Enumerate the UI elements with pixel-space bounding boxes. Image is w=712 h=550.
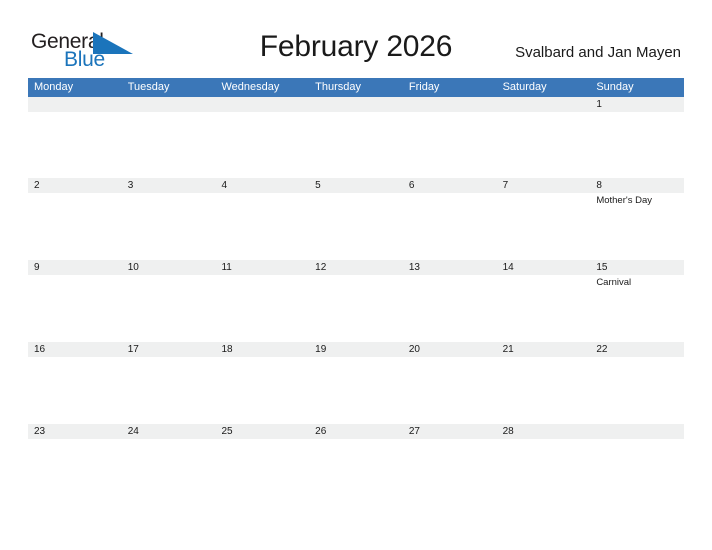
day-number[interactable] [403, 97, 497, 112]
day-cell[interactable] [497, 112, 591, 176]
day-number[interactable]: 22 [590, 342, 684, 357]
day-number[interactable]: 12 [309, 260, 403, 275]
weekday-header-friday: Friday [408, 81, 440, 93]
calendar-page: General Blue February 2026 Svalbard and … [0, 0, 712, 550]
day-cell[interactable] [309, 112, 403, 176]
day-cell[interactable] [215, 275, 309, 339]
weekday-header-sunday: Sunday [596, 81, 634, 93]
day-cell[interactable] [215, 112, 309, 176]
day-cell[interactable] [122, 112, 216, 176]
day-cell[interactable] [403, 112, 497, 176]
day-cell[interactable] [497, 357, 591, 421]
day-number[interactable] [590, 424, 684, 439]
calendar-grid: Monday Tuesday Wednesday Thursday Friday… [28, 78, 684, 505]
day-number[interactable]: 11 [215, 260, 309, 275]
day-number[interactable]: 1 [590, 97, 684, 112]
day-number[interactable]: 17 [122, 342, 216, 357]
day-number[interactable]: 5 [309, 178, 403, 193]
day-number[interactable]: 25 [215, 424, 309, 439]
weekday-header-row: Monday Tuesday Wednesday Thursday Friday… [28, 78, 684, 97]
day-number[interactable] [215, 97, 309, 112]
day-cell[interactable] [497, 275, 591, 339]
day-number[interactable]: 10 [122, 260, 216, 275]
weekday-header-thursday: Thursday [315, 81, 362, 93]
day-cell[interactable] [215, 193, 309, 257]
day-number[interactable] [122, 97, 216, 112]
day-cell[interactable] [215, 357, 309, 421]
week-date-bar: 1 [28, 97, 684, 112]
day-cell[interactable] [403, 357, 497, 421]
day-cell[interactable] [309, 357, 403, 421]
day-cell[interactable] [497, 439, 591, 503]
day-cell[interactable] [309, 193, 403, 257]
week-event-body [28, 112, 684, 176]
day-cell[interactable] [309, 275, 403, 339]
week-row: 1 [28, 97, 684, 177]
weekday-header-tuesday: Tuesday [127, 81, 170, 93]
day-number[interactable]: 27 [403, 424, 497, 439]
day-number[interactable]: 16 [28, 342, 122, 357]
day-number[interactable] [309, 97, 403, 112]
day-number[interactable]: 26 [309, 424, 403, 439]
day-cell[interactable] [309, 439, 403, 503]
day-cell[interactable] [403, 275, 497, 339]
day-number[interactable]: 18 [215, 342, 309, 357]
page-header: General Blue February 2026 Svalbard and … [0, 0, 712, 78]
week-event-body [28, 357, 684, 421]
day-cell[interactable] [122, 357, 216, 421]
week-row: 9 10 11 12 13 14 15 Carnival [28, 260, 684, 341]
week-date-bar: 2 3 4 5 6 7 8 [28, 178, 684, 193]
week-event-body: Carnival [28, 275, 684, 339]
day-number[interactable]: 9 [28, 260, 122, 275]
day-cell[interactable] [215, 439, 309, 503]
day-number[interactable]: 13 [403, 260, 497, 275]
day-cell[interactable]: Carnival [590, 275, 684, 339]
day-number[interactable]: 23 [28, 424, 122, 439]
day-number[interactable]: 8 [590, 178, 684, 193]
day-number[interactable]: 20 [403, 342, 497, 357]
week-event-body: Mother's Day [28, 193, 684, 257]
day-cell[interactable]: Mother's Day [590, 193, 684, 257]
day-event: Mother's Day [596, 195, 652, 206]
day-cell[interactable] [28, 357, 122, 421]
week-date-bar: 16 17 18 19 20 21 22 [28, 342, 684, 357]
day-cell[interactable] [28, 275, 122, 339]
day-number[interactable]: 4 [215, 178, 309, 193]
location-label: Svalbard and Jan Mayen [515, 44, 681, 61]
day-number[interactable] [497, 97, 591, 112]
day-cell[interactable] [497, 193, 591, 257]
weekday-header-wednesday: Wednesday [221, 81, 280, 93]
day-cell[interactable] [403, 193, 497, 257]
day-cell[interactable] [403, 439, 497, 503]
week-row: 23 24 25 26 27 28 [28, 424, 684, 505]
day-cell[interactable] [28, 439, 122, 503]
day-number[interactable] [28, 97, 122, 112]
day-cell[interactable] [122, 193, 216, 257]
day-number[interactable]: 24 [122, 424, 216, 439]
day-number[interactable]: 6 [403, 178, 497, 193]
day-cell[interactable] [590, 112, 684, 176]
day-cell[interactable] [590, 357, 684, 421]
week-date-bar: 23 24 25 26 27 28 [28, 424, 684, 439]
weekday-header-monday: Monday [34, 81, 74, 93]
day-number[interactable]: 28 [497, 424, 591, 439]
day-number[interactable]: 3 [122, 178, 216, 193]
weekday-header-saturday: Saturday [502, 81, 547, 93]
day-number[interactable]: 15 [590, 260, 684, 275]
week-row: 16 17 18 19 20 21 22 [28, 342, 684, 423]
day-number[interactable]: 7 [497, 178, 591, 193]
day-cell[interactable] [590, 439, 684, 503]
day-cell[interactable] [28, 112, 122, 176]
day-number[interactable]: 21 [497, 342, 591, 357]
week-row: 2 3 4 5 6 7 8 Mother's Day [28, 178, 684, 259]
day-number[interactable]: 2 [28, 178, 122, 193]
day-number[interactable]: 19 [309, 342, 403, 357]
day-cell[interactable] [122, 439, 216, 503]
day-cell[interactable] [122, 275, 216, 339]
day-event: Carnival [596, 277, 632, 288]
day-number[interactable]: 14 [497, 260, 591, 275]
day-cell[interactable] [28, 193, 122, 257]
week-event-body [28, 439, 684, 503]
week-date-bar: 9 10 11 12 13 14 15 [28, 260, 684, 275]
